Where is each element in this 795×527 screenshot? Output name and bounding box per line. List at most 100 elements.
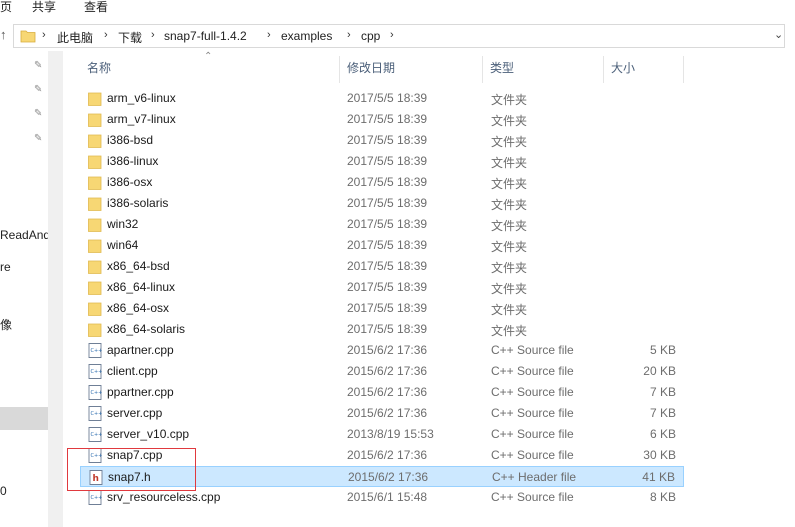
file-row[interactable]: arm_v7-linux 2017/5/5 18:39 文件夹 — [80, 109, 684, 130]
file-row[interactable]: C++ server.cpp 2015/6/2 17:36 C++ Source fi… — [80, 403, 684, 424]
breadcrumb-separator-icon: › — [151, 29, 155, 41]
breadcrumb-downloads[interactable]: 下载 — [118, 29, 142, 46]
folder-icon — [88, 301, 102, 316]
file-modified-date: 2017/5/5 18:39 — [347, 133, 428, 147]
file-row[interactable]: C++ ppartner.cpp 2015/6/2 17:36 C++ Source … — [80, 382, 684, 403]
file-row[interactable]: x86_64-solaris 2017/5/5 18:39 文件夹 — [80, 319, 684, 340]
file-name: i386-osx — [107, 175, 153, 189]
file-name: server.cpp — [107, 406, 163, 420]
column-header-size[interactable]: 大小 — [604, 56, 684, 83]
nav-item-selected[interactable] — [0, 407, 48, 430]
pin-icon[interactable]: ✎ — [34, 60, 42, 71]
file-modified-date: 2015/6/2 17:36 — [347, 406, 428, 420]
file-name: i386-linux — [107, 154, 159, 168]
nav-item[interactable]: 像 — [0, 316, 12, 333]
breadcrumb-examples[interactable]: examples — [281, 29, 332, 43]
file-type: 文件夹 — [491, 93, 528, 107]
nav-item[interactable]: 0 — [0, 484, 7, 498]
folder-icon — [88, 133, 102, 148]
file-name: i386-bsd — [107, 133, 154, 147]
file-name: ppartner.cpp — [107, 385, 174, 399]
file-modified-date: 2015/6/2 17:36 — [347, 343, 428, 357]
up-arrow-icon[interactable]: ↑ — [0, 27, 12, 43]
file-type: 文件夹 — [491, 324, 528, 338]
file-name: srv_resourceless.cpp — [107, 490, 221, 504]
file-name: x86_64-solaris — [107, 322, 186, 336]
file-type: 文件夹 — [491, 282, 528, 296]
breadcrumb-separator-icon: › — [390, 29, 394, 41]
file-row[interactable]: x86_64-bsd 2017/5/5 18:39 文件夹 — [80, 256, 684, 277]
file-name: arm_v6-linux — [107, 91, 176, 105]
pin-icon[interactable]: ✎ — [34, 108, 42, 119]
breadcrumb-separator-icon: › — [104, 29, 108, 41]
folder-icon — [88, 238, 102, 253]
highlight-box — [67, 448, 196, 491]
file-size: 7 KB — [649, 406, 676, 420]
file-row[interactable]: i386-solaris 2017/5/5 18:39 文件夹 — [80, 193, 684, 214]
nav-item[interactable]: re — [0, 260, 11, 274]
breadcrumb-this-pc[interactable]: 此电脑 — [57, 29, 93, 46]
address-bar[interactable]: › 此电脑 › 下载 › snap7-full-1.4.2 › examples… — [13, 24, 785, 48]
file-row[interactable]: arm_v6-linux 2017/5/5 18:39 文件夹 — [80, 88, 684, 109]
file-modified-date: 2015/6/1 15:48 — [347, 490, 428, 504]
cpp-file-icon: C++ — [88, 385, 102, 400]
breadcrumb-cpp[interactable]: cpp — [361, 29, 380, 43]
ribbon-tab-view[interactable]: 查看 — [84, 0, 108, 18]
file-row[interactable]: i386-bsd 2017/5/5 18:39 文件夹 — [80, 130, 684, 151]
file-row[interactable]: C++ client.cpp 2015/6/2 17:36 C++ Source fi… — [80, 361, 684, 382]
file-modified-date: 2017/5/5 18:39 — [347, 91, 428, 105]
file-row[interactable]: x86_64-linux 2017/5/5 18:39 文件夹 — [80, 277, 684, 298]
folder-icon — [88, 112, 102, 127]
column-headers: ⌃ 名称 修改日期 类型 大小 — [80, 51, 684, 83]
file-modified-date: 2013/8/19 15:53 — [347, 427, 434, 441]
file-size: 7 KB — [649, 385, 676, 399]
file-modified-date: 2017/5/5 18:39 — [347, 196, 428, 210]
file-type: 文件夹 — [491, 156, 528, 170]
file-modified-date: 2017/5/5 18:39 — [347, 154, 428, 168]
address-dropdown-icon[interactable]: ⌄ — [774, 28, 788, 41]
file-modified-date: 2015/6/2 17:36 — [347, 448, 428, 462]
column-header-name[interactable]: 名称 — [80, 56, 340, 83]
folder-icon — [88, 91, 102, 106]
file-row[interactable]: C++ apartner.cpp 2015/6/2 17:36 C++ Source … — [80, 340, 684, 361]
file-name: x86_64-linux — [107, 280, 176, 294]
breadcrumb-snap7[interactable]: snap7-full-1.4.2 — [164, 29, 247, 43]
cpp-file-icon: C++ — [88, 427, 102, 442]
file-name: server_v10.cpp — [107, 427, 190, 441]
pin-icon[interactable]: ✎ — [34, 133, 42, 144]
file-modified-date: 2017/5/5 18:39 — [347, 322, 428, 336]
file-row[interactable]: C++ server_v10.cpp 2013/8/19 15:53 C++ Sour… — [80, 424, 684, 445]
cpp-file-icon: C++ — [88, 343, 102, 358]
cpp-file-icon: C++ — [88, 406, 102, 421]
file-row[interactable]: win64 2017/5/5 18:39 文件夹 — [80, 235, 684, 256]
folder-icon — [88, 259, 102, 274]
folder-icon — [88, 196, 102, 211]
file-row[interactable]: i386-linux 2017/5/5 18:39 文件夹 — [80, 151, 684, 172]
column-header-type[interactable]: 类型 — [483, 56, 604, 83]
file-name: apartner.cpp — [107, 343, 174, 357]
ribbon-tab-page[interactable]: 页 — [0, 0, 12, 18]
file-type: 文件夹 — [491, 177, 528, 191]
file-type: 文件夹 — [491, 198, 528, 212]
file-row[interactable]: i386-osx 2017/5/5 18:39 文件夹 — [80, 172, 684, 193]
file-type: 文件夹 — [491, 303, 528, 317]
file-name: x86_64-osx — [107, 301, 170, 315]
file-row[interactable]: win32 2017/5/5 18:39 文件夹 — [80, 214, 684, 235]
file-modified-date: 2017/5/5 18:39 — [347, 259, 428, 273]
file-modified-date: 2017/5/5 18:39 — [347, 280, 428, 294]
pin-icon[interactable]: ✎ — [34, 84, 42, 95]
file-name: win32 — [107, 217, 139, 231]
column-header-date[interactable]: 修改日期 — [340, 56, 483, 83]
file-type: C++ Source file — [491, 490, 574, 504]
nav-scrollbar[interactable] — [48, 51, 63, 527]
file-type: C++ Source file — [491, 427, 574, 441]
file-size: 20 KB — [643, 364, 676, 378]
nav-item[interactable]: ReadAnd — [0, 228, 48, 242]
ribbon-tab-share[interactable]: 共享 — [32, 0, 56, 18]
file-modified-date: 2017/5/5 18:39 — [347, 175, 428, 189]
folder-icon — [88, 154, 102, 169]
svg-text:C++: C++ — [91, 432, 103, 438]
file-type: 文件夹 — [491, 219, 528, 233]
file-type: C++ Source file — [491, 406, 574, 420]
file-row[interactable]: x86_64-osx 2017/5/5 18:39 文件夹 — [80, 298, 684, 319]
